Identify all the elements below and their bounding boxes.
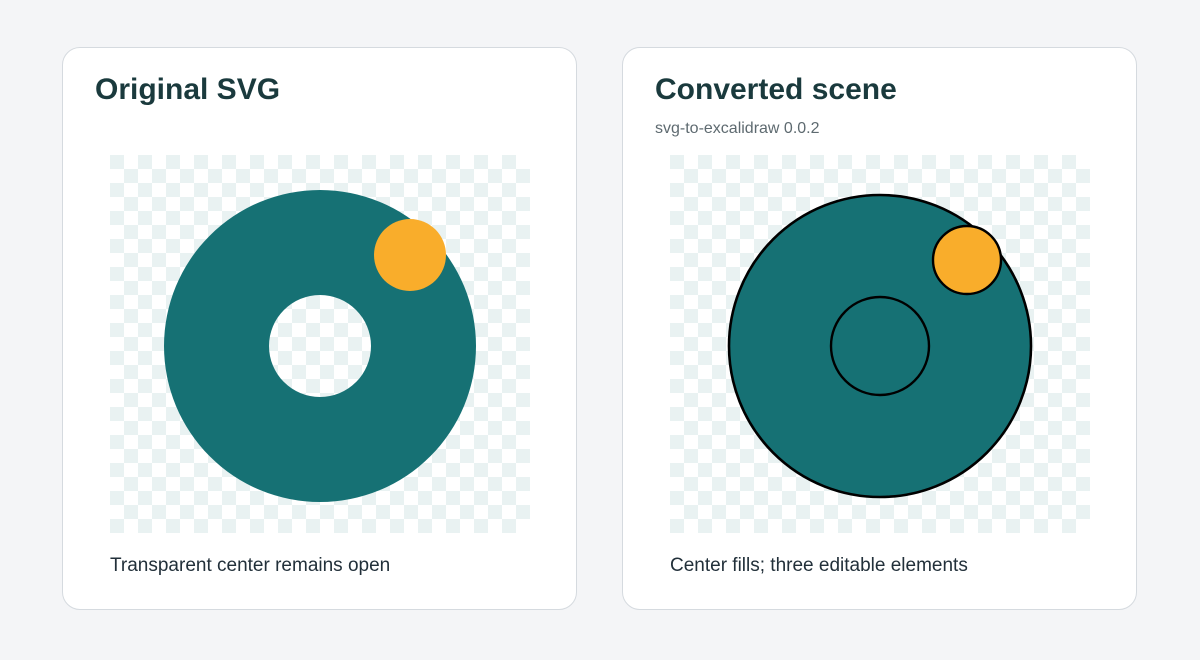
orange-dot-element[interactable] — [931, 224, 1003, 296]
converted-scene-title: Converted scene — [655, 73, 897, 106]
converted-scene-card: Converted scene svg-to-excalidraw 0.0.2 … — [622, 47, 1137, 610]
original-svg-canvas — [110, 155, 530, 533]
converted-scene-subtitle: svg-to-excalidraw 0.0.2 — [655, 120, 820, 137]
converted-scene-caption: Center fills; three editable elements — [670, 555, 968, 576]
inner-circle-element[interactable] — [829, 295, 931, 397]
original-svg-card: Original SVG Transparent center remains … — [62, 47, 577, 610]
original-svg-title: Original SVG — [95, 73, 281, 106]
orange-dot-shape — [374, 219, 446, 291]
converted-scene-canvas — [670, 155, 1090, 533]
original-svg-caption: Transparent center remains open — [110, 555, 391, 576]
